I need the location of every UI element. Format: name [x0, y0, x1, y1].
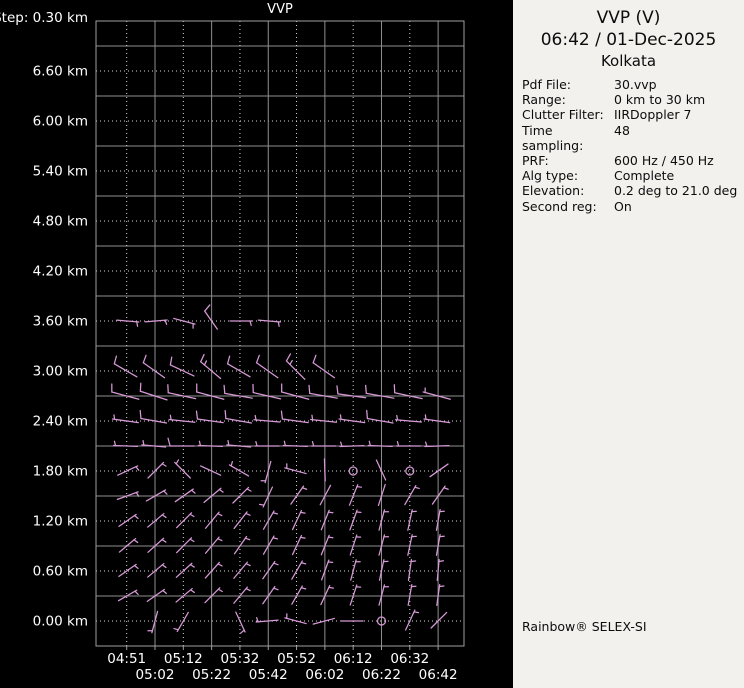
y-axis-tick-label: 3.00 km [33, 364, 88, 380]
info-value: 48 [614, 122, 630, 138]
wind-barb-feather [139, 409, 142, 420]
info-label: Elevation: [522, 183, 585, 199]
info-value: 30.vvp [614, 77, 657, 92]
x-axis-tick-label: 06:02 [305, 667, 344, 683]
info-row: Second reg: On [522, 199, 742, 214]
wind-barb-half-feather [227, 439, 230, 446]
chart-background [0, 0, 513, 688]
y-axis-tick-label: 3.60 km [33, 314, 88, 330]
info-label: Range: [522, 92, 566, 108]
y-axis-step-label: Step: 0.30 km [0, 10, 88, 26]
x-axis-tick-label: 06:32 [390, 651, 429, 667]
vvp-application-window: VVP Step: 0.30 km 6.60 km 6.00 km 5.40 km 4.8… [0, 0, 744, 688]
wind-barb-half-feather [299, 511, 306, 514]
site-name: Kolkata [600, 52, 657, 70]
info-label: Alg type: [522, 168, 579, 184]
wind-barb-staff [323, 458, 326, 482]
x-axis-tick-label: 04:51 [107, 651, 146, 667]
x-axis-tick-label: 05:12 [164, 651, 203, 667]
y-axis-tick-label: 4.20 km [33, 264, 88, 280]
wind-barb-half-feather [424, 414, 427, 420]
wind-barb-feather [224, 409, 227, 420]
wind-barb-half-feather [169, 414, 172, 421]
wind-barb-half-feather [113, 414, 116, 420]
x-axis-tick-label: 05:02 [136, 667, 175, 683]
info-label: Time sampling: [522, 122, 584, 153]
y-axis-tick-label: 1.80 km [33, 464, 88, 480]
info-row: Range: 0 km to 30 km [522, 92, 742, 107]
wind-barb-half-feather [356, 486, 363, 488]
y-axis-tick-label: 0.60 km [33, 564, 88, 580]
wind-barb-staff [367, 444, 393, 448]
wind-barb-half-feather [438, 585, 445, 588]
x-axis-tick-label: 05:42 [249, 667, 288, 683]
info-value: 0 km to 30 km [614, 92, 706, 108]
y-axis-tick-label: 6.60 km [33, 64, 88, 80]
info-row: PRF: 600 Hz / 450 Hz [522, 153, 742, 168]
x-axis-tick-label: 05:52 [277, 651, 316, 667]
y-axis-tick-label: 1.20 km [33, 514, 88, 530]
info-label: PRF: [522, 153, 549, 169]
y-axis-tick-label: 4.80 km [33, 214, 88, 230]
y-axis-tick-label: 5.40 km [33, 164, 88, 180]
wind-barb-feather [308, 384, 311, 394]
wind-barb-staff [424, 444, 450, 448]
info-row: Pdf File: 30.vvp [522, 77, 742, 92]
wind-barb-half-feather [410, 560, 417, 563]
x-axis-tick-label: 06:12 [334, 651, 373, 667]
product-parameters: Pdf File: 30.vvp Range: 0 km to 30 km Clutte… [513, 77, 744, 214]
info-value: On [614, 198, 632, 214]
wind-barb-half-feather [136, 321, 139, 327]
info-value: Complete [614, 168, 675, 184]
wind-barb-half-feather [328, 586, 334, 589]
info-row: Time sampling: 48 [522, 123, 742, 153]
y-axis-tick-label: 0.00 km [33, 614, 88, 630]
wind-barb-staff [282, 444, 308, 448]
wind-barb-half-feather [327, 511, 334, 514]
chart-title: VVP [267, 2, 293, 17]
info-value: 600 Hz / 450 Hz [614, 153, 714, 169]
info-panel: VVP (V) 06:42 / 01-Dec-2025 Kolkata Pdf … [513, 0, 744, 688]
wind-barb-staff [339, 444, 365, 448]
x-axis-tick-label: 05:22 [192, 667, 231, 683]
wind-barb-half-feather [413, 611, 420, 614]
vendor-label: Rainbow® SELEX-SI [522, 619, 647, 634]
wind-barb-staff [112, 444, 139, 448]
x-axis-tick-label: 05:32 [220, 651, 259, 667]
wind-barb-feather [365, 384, 367, 394]
wind-barb-half-feather [142, 439, 145, 446]
wind-barb-half-feather [396, 414, 399, 421]
wind-barb-half-feather [311, 414, 314, 421]
vvp-time-height-chart: VVP Step: 0.30 km 6.60 km 6.00 km 5.40 km 4.8… [0, 0, 513, 688]
wind-barb-half-feather [254, 414, 257, 421]
info-label: Clutter Filter: [522, 107, 604, 123]
x-axis-tick-label: 06:22 [362, 667, 401, 683]
wind-barb-half-feather [438, 560, 444, 563]
info-row: Elevation: 0.2 deg to 21.0 deg [522, 183, 742, 198]
wind-barb-half-feather [258, 503, 265, 506]
wind-barb-half-feather [299, 536, 306, 539]
info-value: IIRDoppler 7 [614, 107, 692, 123]
info-value: 0.2 deg to 21.0 deg [614, 183, 738, 199]
wind-barb-feather [223, 384, 226, 394]
wind-barb-half-feather [277, 321, 280, 327]
y-axis-tick-label: 2.40 km [33, 414, 88, 430]
wind-barb-feather [366, 409, 369, 420]
info-label: Pdf File: [522, 77, 571, 92]
info-row: Clutter Filter: IIRDoppler 7 [522, 107, 742, 122]
product-datetime: 06:42 / 01-Dec-2025 [540, 30, 717, 50]
wind-barb-half-feather [339, 414, 342, 420]
product-title: VVP (V) [596, 8, 661, 28]
x-axis-tick-label: 06:42 [419, 667, 458, 683]
y-axis-tick-label: 6.00 km [33, 114, 88, 130]
wind-barb-half-feather [327, 536, 334, 539]
info-label: Second reg: [522, 198, 597, 214]
wind-barb-staff [197, 444, 224, 448]
info-row: Alg type: Complete [522, 168, 742, 183]
